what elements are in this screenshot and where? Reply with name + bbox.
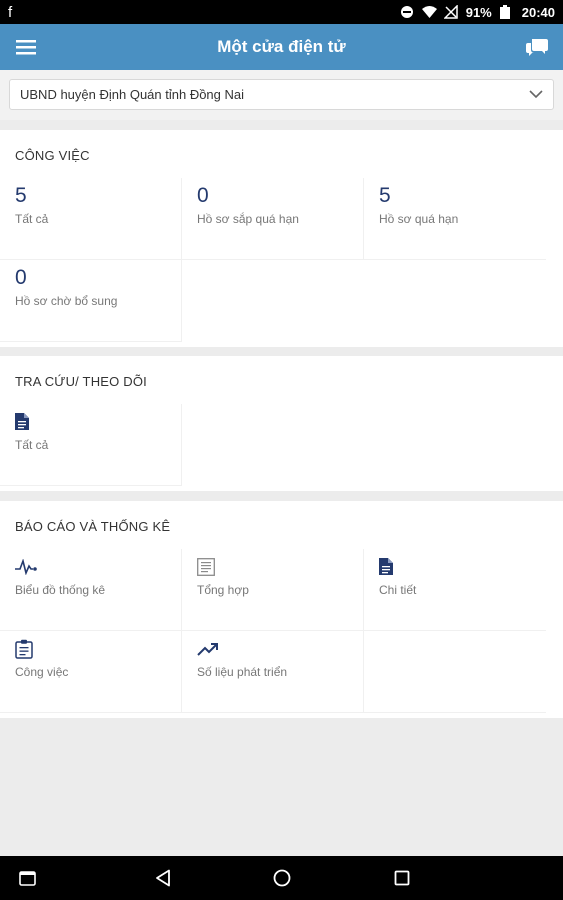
document-icon — [379, 558, 393, 575]
count-value: 5 — [379, 184, 391, 207]
item-label: Hồ sơ chờ bổ sung — [15, 294, 118, 308]
clipboard-icon — [15, 639, 33, 659]
report-item-summary[interactable]: Tổng hợp — [182, 549, 364, 631]
home-circle-icon — [273, 869, 291, 887]
clock: 20:40 — [521, 4, 555, 20]
report-item-work[interactable]: Công việc — [0, 631, 182, 713]
back-triangle-icon — [156, 869, 170, 887]
back-button[interactable] — [153, 868, 173, 888]
do-not-disturb-icon — [400, 5, 414, 19]
item-label: Tổng hợp — [197, 583, 249, 597]
recents-button[interactable] — [392, 868, 412, 888]
count-value: 0 — [197, 184, 209, 207]
system-nav-bar — [0, 856, 563, 900]
list-doc-icon — [197, 557, 215, 576]
battery-icon — [499, 5, 514, 19]
keyboard-switch-button[interactable] — [17, 868, 37, 888]
org-selector-bar: UBND huyện Định Quán tỉnh Đồng Nai — [0, 70, 563, 120]
messages-button[interactable] — [511, 24, 563, 70]
report-item-detail[interactable]: Chi tiết — [364, 549, 546, 631]
window-icon — [18, 870, 36, 886]
trending-up-icon — [197, 642, 218, 656]
item-label: Số liệu phát triển — [197, 665, 288, 679]
section-title: TRA CỨU/ THEO DÕI — [15, 374, 147, 389]
document-icon — [15, 413, 29, 430]
app-bar: Một cửa điện tử — [0, 24, 563, 70]
item-label: Hồ sơ quá hạn — [379, 212, 459, 226]
count-value: 5 — [15, 184, 27, 207]
work-item-overdue[interactable]: 5 Hồ sơ quá hạn — [364, 178, 546, 260]
app-title: Một cửa điện tử — [217, 37, 346, 56]
report-item-growth-data[interactable]: Số liệu phát triển — [182, 631, 364, 713]
work-item-all[interactable]: 5 Tất cả — [0, 178, 182, 260]
work-item-awaiting-supplement[interactable]: 0 Hồ sơ chờ bổ sung — [0, 260, 182, 342]
lookup-section: TRA CỨU/ THEO DÕI Tất cả — [0, 356, 563, 491]
section-title: BÁO CÁO VÀ THỐNG KÊ — [15, 519, 171, 534]
reports-section: BÁO CÁO VÀ THỐNG KÊ Biểu đồ thống kê Tổn… — [0, 501, 563, 718]
hamburger-menu-icon — [16, 40, 36, 55]
empty-cell — [364, 631, 546, 713]
item-label: Công việc — [15, 665, 69, 679]
battery-percent: 91% — [465, 4, 492, 20]
count-value: 0 — [15, 266, 27, 289]
report-item-statistics-chart[interactable]: Biểu đồ thống kê — [0, 549, 182, 631]
wifi-icon — [421, 5, 437, 19]
menu-button[interactable] — [0, 24, 52, 70]
item-label: Biểu đồ thống kê — [15, 583, 106, 597]
chevron-down-icon — [529, 90, 543, 99]
work-section: CÔNG VIỆC 5 Tất cả 0 Hồ sơ sắp quá hạn 5… — [0, 130, 563, 347]
item-label: Hồ sơ sắp quá hạn — [197, 212, 299, 226]
pulse-chart-icon — [15, 558, 37, 575]
status-bar: f 91% 20:40 — [0, 0, 563, 24]
lookup-item-all[interactable]: Tất cả — [0, 404, 182, 486]
item-label: Tất cả — [15, 438, 49, 452]
org-select-value: UBND huyện Định Quán tỉnh Đồng Nai — [20, 87, 245, 102]
recents-square-icon — [394, 870, 410, 886]
chat-bubbles-icon — [526, 39, 548, 56]
item-label: Chi tiết — [379, 583, 417, 597]
section-title: CÔNG VIỆC — [15, 148, 90, 163]
facebook-notification-icon: f — [8, 3, 13, 21]
item-label: Tất cả — [15, 212, 49, 226]
work-item-due-soon[interactable]: 0 Hồ sơ sắp quá hạn — [182, 178, 364, 260]
no-signal-icon — [442, 4, 458, 19]
org-select-dropdown[interactable]: UBND huyện Định Quán tỉnh Đồng Nai — [9, 79, 554, 110]
home-button[interactable] — [272, 868, 292, 888]
